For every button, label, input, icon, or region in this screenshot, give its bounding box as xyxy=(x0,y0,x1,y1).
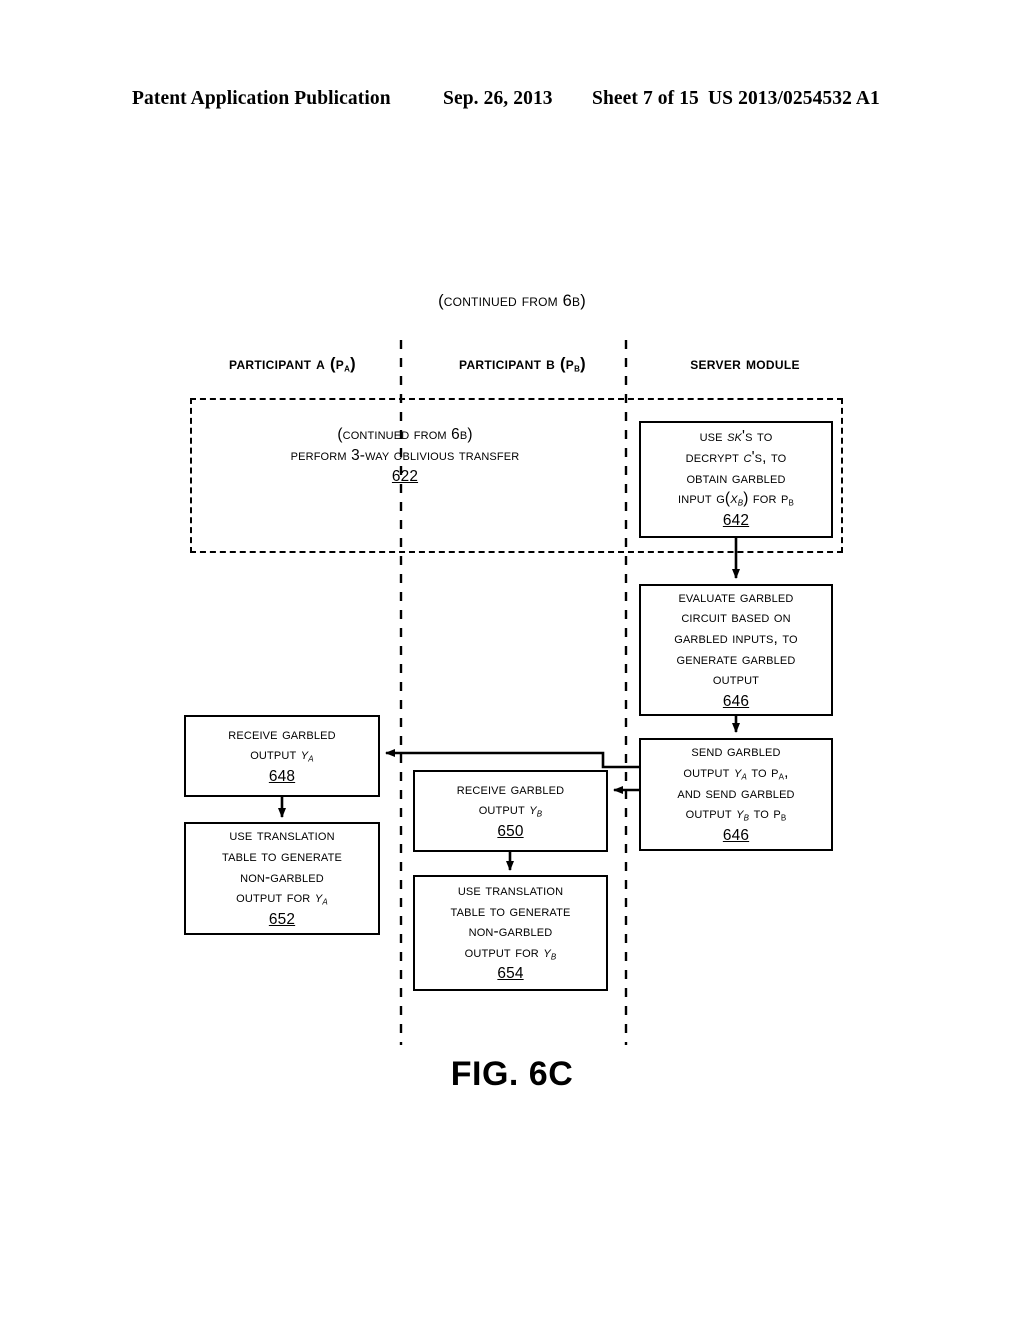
step-652-ref: 652 xyxy=(268,910,296,928)
step-644-line-3: Garbled Inputs, to xyxy=(674,629,798,647)
step-650-text: Receive Garbled Output yB xyxy=(456,780,565,820)
step-644-line-4: Generate Garbled xyxy=(676,650,796,668)
step-644-line-5: Output xyxy=(712,671,760,689)
step-648-box: Receive Garbled Output yA 648 xyxy=(184,715,380,797)
step-622: (Continued from 6B) Perform 3-Way Oblivi… xyxy=(190,425,620,488)
column-header-participant-a: Participant A (PA) xyxy=(229,355,356,375)
step-654-line-1: Use Translation xyxy=(457,881,564,899)
step-650-line-1: Receive Garbled xyxy=(456,780,565,798)
step-654-box: Use Translation Table to Generate Non-Ga… xyxy=(413,875,608,991)
step-652-box: Use Translation Table to Generate Non-Ga… xyxy=(184,822,380,935)
step-648-line-1: Receive Garbled xyxy=(228,725,336,743)
step-652-line-1: Use Translation xyxy=(229,827,335,845)
column-header-server-module: Server Module xyxy=(690,355,800,373)
column-header-participant-b: Participant B (PB) xyxy=(459,355,586,375)
step-654-line-3: Non-Garbled xyxy=(468,923,553,941)
step-652-text: Use Translation Table to Generate Non-Ga… xyxy=(222,827,342,908)
step-654-line-2: Table to Generate xyxy=(450,902,571,920)
step-644-line-1: Evaluate Garbled xyxy=(678,588,794,606)
step-654-ref: 654 xyxy=(497,965,524,983)
step-644-box: Evaluate Garbled Circuit Based on Garble… xyxy=(639,584,833,716)
step-642-text: Use sk's to Decrypt c's, to Obtain Garbl… xyxy=(678,428,794,509)
step-644-ref: 646 xyxy=(722,692,750,710)
figure-caption: FIG. 6C xyxy=(450,1055,574,1093)
step-646-text: Send Garbled Output yA to PA, and Send G… xyxy=(677,743,795,824)
step-622-ref: 622 xyxy=(391,467,419,485)
step-650-ref: 650 xyxy=(497,822,524,840)
connector-646-to-648 xyxy=(385,749,639,769)
step-622-line-1: (Continued from 6B) xyxy=(337,426,473,443)
step-644-line-2: Circuit Based on xyxy=(681,609,791,627)
step-642-ref: 642 xyxy=(722,511,750,529)
diagram-connectors xyxy=(278,340,740,1045)
step-652-line-3: Non-Garbled xyxy=(240,868,324,886)
step-648-text: Receive Garbled Output yA xyxy=(228,725,336,765)
figure-6c: (Continued From 6B) Participant A (PA) P… xyxy=(0,0,1024,1320)
step-650-box: Receive Garbled Output yB 650 xyxy=(413,770,608,852)
step-642-box: Use sk's to Decrypt c's, to Obtain Garbl… xyxy=(639,421,833,538)
step-652-line-2: Table to Generate xyxy=(222,848,342,866)
step-622-line-2: Perform 3-Way Oblivious Transfer xyxy=(290,446,520,464)
step-646-ref: 646 xyxy=(722,826,750,844)
continued-from-label: (Continued From 6B) xyxy=(438,292,586,310)
step-644-text: Evaluate Garbled Circuit Based on Garble… xyxy=(674,588,798,691)
step-654-text: Use Translation Table to Generate Non-Ga… xyxy=(450,881,571,963)
step-648-ref: 648 xyxy=(268,767,296,785)
step-646-box: Send Garbled Output yA to PA, and Send G… xyxy=(639,738,833,851)
